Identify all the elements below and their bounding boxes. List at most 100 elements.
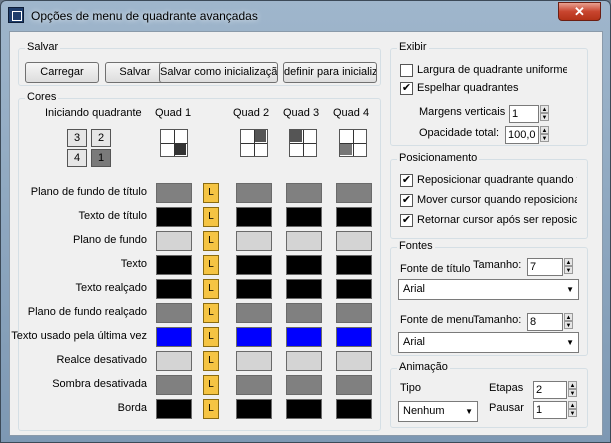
color-swatch-quad-3[interactable]: [286, 255, 322, 275]
color-row-label: Texto realçado: [75, 282, 147, 294]
largura-uniforme-checkbox[interactable]: [400, 64, 413, 77]
opacidade-total-spinner[interactable]: ▲ ▼: [540, 126, 549, 144]
color-swatch-quad-2[interactable]: [236, 303, 272, 323]
color-swatch-quad-4[interactable]: [336, 207, 372, 227]
etapas-spinner[interactable]: ▲ ▼: [568, 381, 577, 399]
color-swatch-quad-1[interactable]: [156, 207, 192, 227]
definir-para-inicializacao-button[interactable]: definir para inicialização: [283, 62, 377, 83]
dialog-client: Salvar Carregar Salvar Salvar como inici…: [9, 31, 603, 436]
color-swatch-quad-2[interactable]: [236, 207, 272, 227]
tamanho-titulo-spinner[interactable]: ▲ ▼: [564, 258, 573, 276]
tamanho-titulo-label: Tamanho:: [473, 259, 522, 271]
pausar-input[interactable]: 1: [533, 401, 567, 419]
color-swatch-quad-1[interactable]: [156, 399, 192, 419]
color-swatch-quad-3[interactable]: [286, 279, 322, 299]
lock-button[interactable]: L: [203, 351, 219, 371]
color-swatch-quad-4[interactable]: [336, 303, 372, 323]
quad-selector-1[interactable]: 1: [91, 149, 111, 167]
color-swatch-quad-4[interactable]: [336, 279, 372, 299]
color-swatch-quad-4[interactable]: [336, 183, 372, 203]
color-swatch-quad-3[interactable]: [286, 351, 322, 371]
quad-selector-3[interactable]: 3: [67, 129, 87, 147]
lock-button[interactable]: L: [203, 279, 219, 299]
tipo-value: Nenhum: [403, 405, 445, 417]
lock-button[interactable]: L: [203, 183, 219, 203]
color-swatch-quad-1[interactable]: [156, 279, 192, 299]
color-swatch-quad-4[interactable]: [336, 351, 372, 371]
tamanho-menu-spinner[interactable]: ▲ ▼: [564, 313, 573, 331]
color-swatch-quad-1[interactable]: [156, 255, 192, 275]
retornar-cursor-checkbox[interactable]: ✔: [400, 214, 413, 227]
opacidade-total-input[interactable]: 100,0: [505, 126, 539, 144]
mover-cursor-checkbox[interactable]: ✔: [400, 194, 413, 207]
fonte-menu-select[interactable]: Arial ▼: [398, 332, 579, 353]
color-swatch-quad-1[interactable]: [156, 231, 192, 251]
color-swatch-quad-3[interactable]: [286, 327, 322, 347]
color-swatch-quad-2[interactable]: [236, 231, 272, 251]
fonte-titulo-value: Arial: [403, 283, 426, 295]
app-icon: [8, 7, 24, 23]
pausar-spinner[interactable]: ▲ ▼: [568, 401, 577, 419]
color-swatch-quad-2[interactable]: [236, 327, 272, 347]
color-swatch-quad-2[interactable]: [236, 183, 272, 203]
quad-selector-2[interactable]: 2: [91, 129, 111, 147]
margens-verticais-input[interactable]: 1: [509, 105, 539, 123]
color-swatch-quad-1[interactable]: [156, 327, 192, 347]
lock-button[interactable]: L: [203, 303, 219, 323]
color-swatch-quad-3[interactable]: [286, 183, 322, 203]
lock-button[interactable]: L: [203, 255, 219, 275]
color-swatch-quad-3[interactable]: [286, 399, 322, 419]
color-swatch-quad-4[interactable]: [336, 327, 372, 347]
quad-1-header: Quad 1: [155, 107, 192, 119]
color-swatch-quad-3[interactable]: [286, 231, 322, 251]
title-bar[interactable]: Opções de menu de quadrante avançadas ✕: [1, 1, 610, 31]
exibir-group-label: Exibir: [397, 41, 429, 53]
lock-button[interactable]: L: [203, 231, 219, 251]
lock-button[interactable]: L: [203, 399, 219, 419]
color-swatch-quad-2[interactable]: [236, 375, 272, 395]
fonte-titulo-label: Fonte de título: [400, 263, 471, 275]
close-button[interactable]: ✕: [558, 2, 601, 21]
opacidade-total-label: Opacidade total:: [419, 127, 500, 139]
color-swatch-quad-2[interactable]: [236, 399, 272, 419]
color-swatch-quad-2[interactable]: [236, 279, 272, 299]
color-swatch-quad-3[interactable]: [286, 303, 322, 323]
cores-group-label: Cores: [25, 91, 59, 103]
salvar-como-inicializacao-button[interactable]: Salvar como inicialização: [159, 62, 278, 83]
margens-verticais-spinner[interactable]: ▲ ▼: [540, 105, 549, 123]
color-swatch-quad-1[interactable]: [156, 375, 192, 395]
quad-selector-4[interactable]: 4: [67, 149, 87, 167]
chevron-down-icon: ▼: [566, 338, 574, 347]
iniciando-quadrante-label: Iniciando quadrante: [45, 107, 142, 119]
posicionamento-group: Posicionamento ✔ Reposicionar quadrante …: [390, 152, 588, 239]
color-swatch-quad-2[interactable]: [236, 351, 272, 371]
dialog-window: Opções de menu de quadrante avançadas ✕ …: [0, 0, 611, 443]
exibir-group: Exibir Largura de quadrante uniforme ✔ E…: [390, 41, 588, 146]
color-swatch-quad-3[interactable]: [286, 207, 322, 227]
salvar-button[interactable]: Salvar: [105, 62, 165, 83]
tipo-select[interactable]: Nenhum ▼: [398, 401, 478, 422]
espelhar-quadrantes-checkbox[interactable]: ✔: [400, 82, 413, 95]
etapas-input[interactable]: 2: [533, 381, 567, 399]
color-swatch-quad-4[interactable]: [336, 375, 372, 395]
chevron-down-icon: ▼: [465, 407, 473, 416]
carregar-button[interactable]: Carregar: [25, 62, 99, 83]
color-swatch-quad-1[interactable]: [156, 303, 192, 323]
fonte-titulo-select[interactable]: Arial ▼: [398, 279, 579, 300]
quad-3-header: Quad 3: [283, 107, 320, 119]
tamanho-titulo-input[interactable]: 7: [527, 258, 563, 276]
animacao-group: Animação Tipo Nenhum ▼ Etapas 2 ▲ ▼ Pausar…: [390, 361, 588, 428]
posicionamento-group-label: Posicionamento: [397, 152, 480, 164]
lock-button[interactable]: L: [203, 375, 219, 395]
color-swatch-quad-1[interactable]: [156, 183, 192, 203]
reposicionar-quadrante-checkbox[interactable]: ✔: [400, 174, 413, 187]
tamanho-menu-input[interactable]: 8: [527, 313, 563, 331]
color-swatch-quad-1[interactable]: [156, 351, 192, 371]
lock-button[interactable]: L: [203, 327, 219, 347]
lock-button[interactable]: L: [203, 207, 219, 227]
color-swatch-quad-2[interactable]: [236, 255, 272, 275]
color-swatch-quad-3[interactable]: [286, 375, 322, 395]
color-swatch-quad-4[interactable]: [336, 399, 372, 419]
color-swatch-quad-4[interactable]: [336, 231, 372, 251]
color-swatch-quad-4[interactable]: [336, 255, 372, 275]
